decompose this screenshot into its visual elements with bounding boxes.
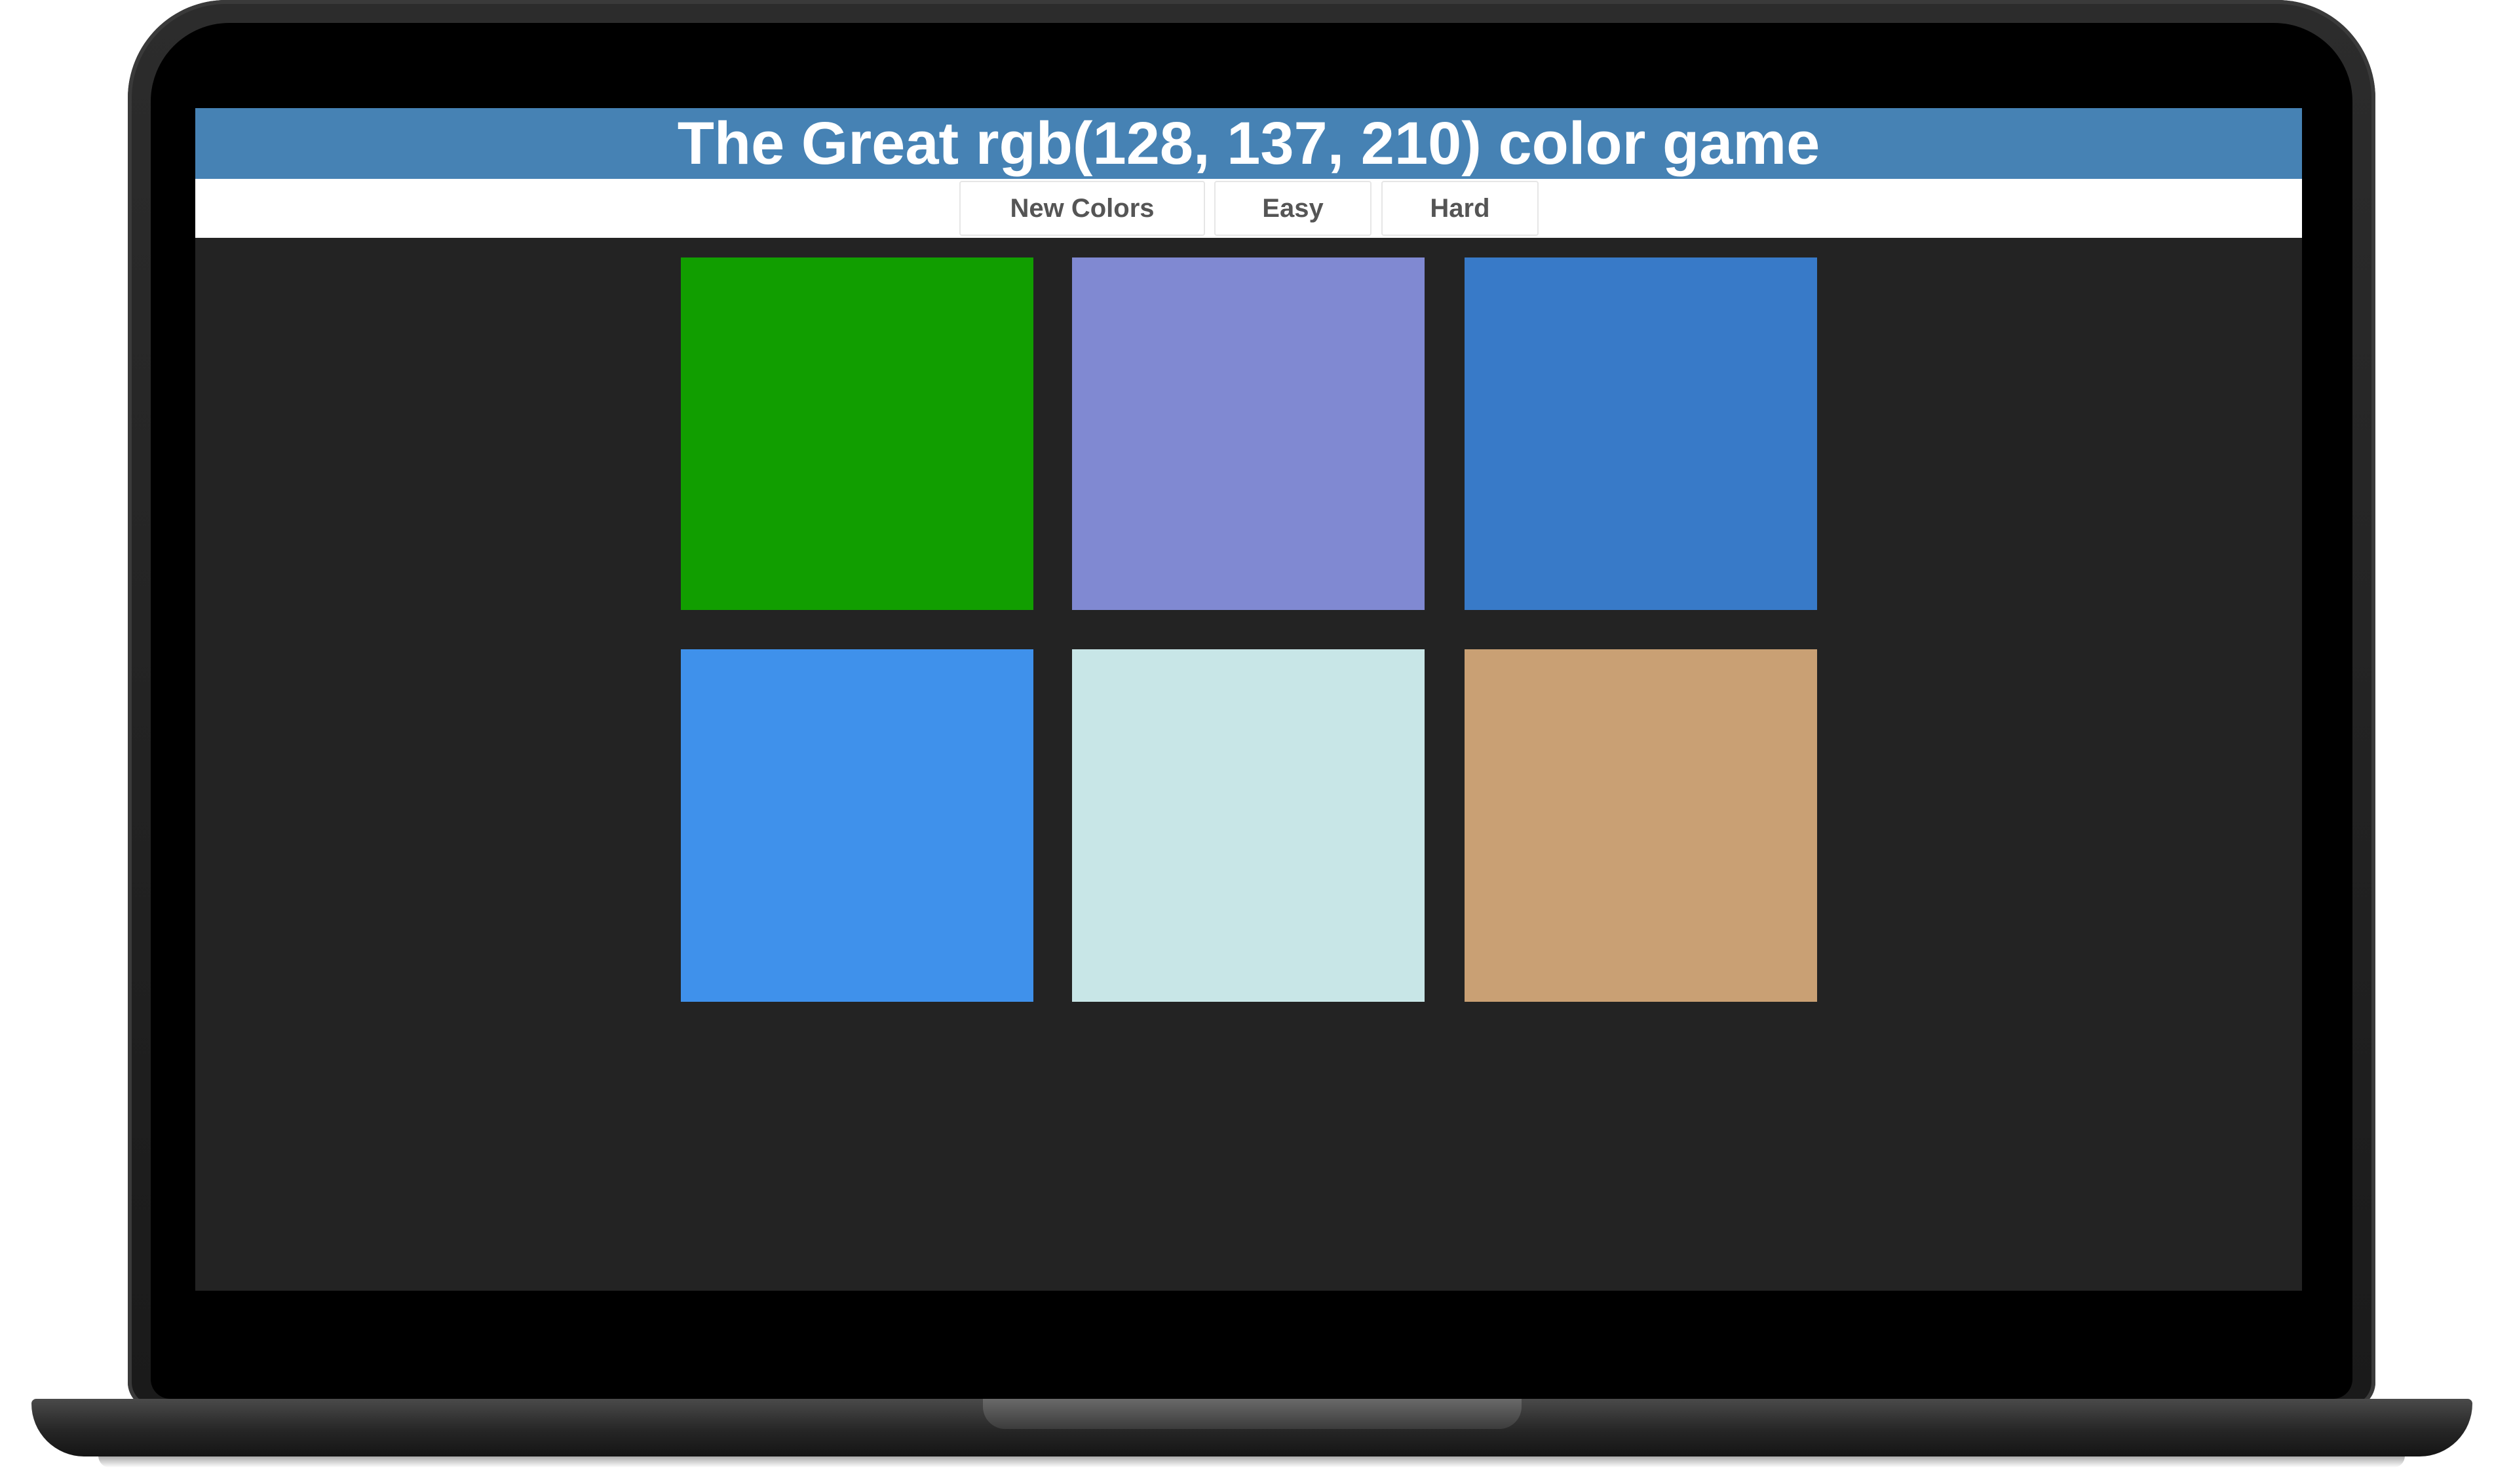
control-stripe: New Colors Easy Hard (195, 179, 2302, 238)
laptop-notch (983, 1399, 1522, 1429)
color-square[interactable] (681, 257, 1033, 610)
color-square[interactable] (1465, 257, 1817, 610)
color-square[interactable] (1072, 649, 1425, 1002)
new-colors-button[interactable]: New Colors (959, 181, 1205, 236)
title-bar: The Great rgb(128, 137, 210) color game (195, 108, 2302, 179)
game-title: The Great rgb(128, 137, 210) color game (677, 110, 1820, 177)
color-square[interactable] (1465, 649, 1817, 1002)
game-screen: The Great rgb(128, 137, 210) color game … (195, 108, 2302, 1291)
easy-mode-button[interactable]: Easy (1214, 181, 1372, 236)
color-square[interactable] (1072, 257, 1425, 610)
color-square[interactable] (681, 649, 1033, 1002)
laptop-mockup: The Great rgb(128, 137, 210) color game … (0, 0, 2513, 1484)
hard-mode-button[interactable]: Hard (1381, 181, 1539, 236)
laptop-base-shadow (98, 1456, 2405, 1468)
